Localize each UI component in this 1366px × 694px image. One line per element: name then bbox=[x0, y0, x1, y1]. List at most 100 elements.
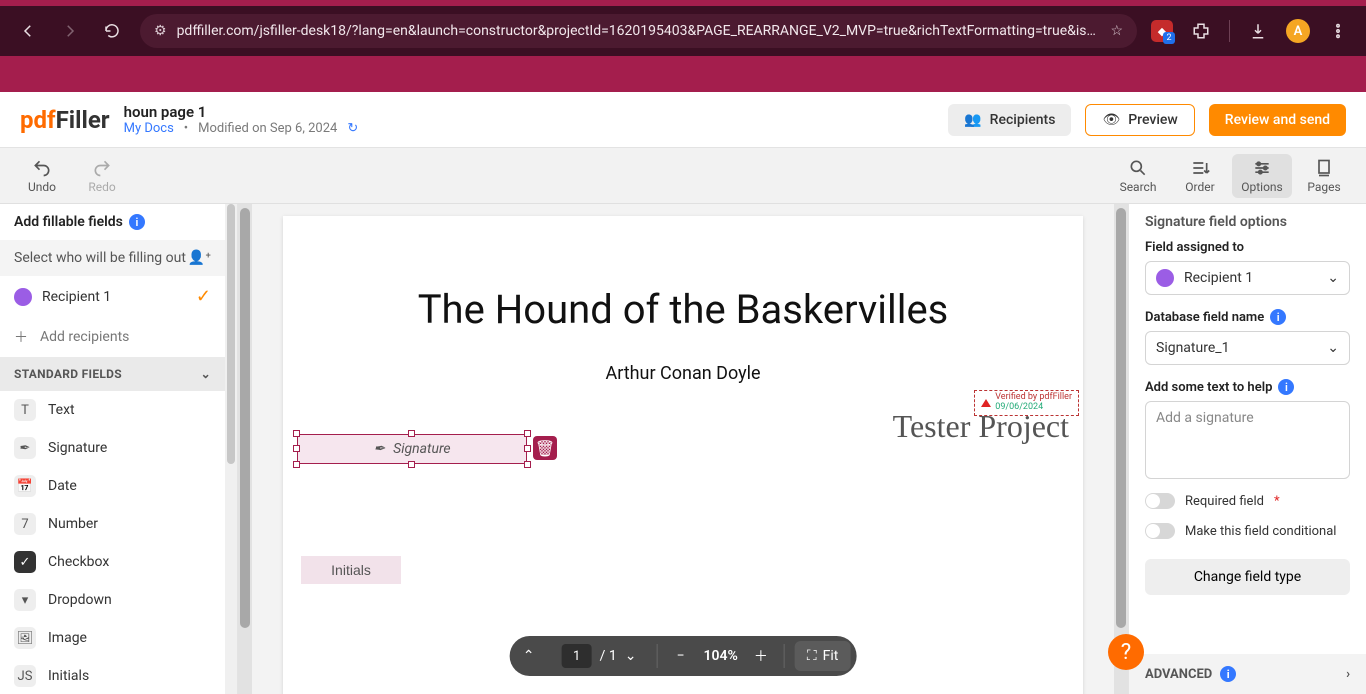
field-dropdown[interactable]: ▾Dropdown bbox=[0, 581, 225, 619]
recipient-avatar-icon bbox=[1156, 269, 1174, 287]
page-author: Arthur Conan Doyle bbox=[283, 333, 1083, 384]
field-initials[interactable]: JSInitials bbox=[0, 657, 225, 694]
resize-handle[interactable] bbox=[293, 461, 300, 468]
left-scrollbar[interactable] bbox=[225, 204, 237, 694]
right-panel: Signature field options Field assigned t… bbox=[1128, 204, 1366, 694]
resize-handle[interactable] bbox=[524, 445, 531, 452]
chrome-spacer bbox=[0, 56, 1366, 92]
info-icon[interactable]: i bbox=[1270, 309, 1286, 325]
field-date[interactable]: 📅Date bbox=[0, 467, 225, 505]
pdffiller-mark-icon bbox=[981, 399, 991, 407]
assigned-select[interactable]: Recipient 1 ⌄ bbox=[1145, 261, 1350, 295]
add-recipients-button[interactable]: ＋ Add recipients bbox=[0, 317, 225, 357]
signature-icon: ✒ bbox=[14, 437, 36, 459]
doc-info: houn page 1 My Docs • Modified on Sep 6,… bbox=[124, 103, 935, 136]
signature-field-selected[interactable]: ✒ Signature 🗑 bbox=[297, 434, 527, 464]
initials-field[interactable]: Initials bbox=[301, 556, 401, 584]
search-button[interactable]: Search bbox=[1108, 158, 1168, 194]
resize-handle[interactable] bbox=[524, 461, 531, 468]
zoom-out-button[interactable]: − bbox=[667, 643, 693, 669]
chrome-separator bbox=[1229, 20, 1230, 42]
app-logo[interactable]: pdfFiller bbox=[20, 106, 110, 134]
chrome-menu-icon[interactable] bbox=[1324, 17, 1352, 45]
checkbox-icon: ✓ bbox=[14, 551, 36, 573]
delete-field-button[interactable]: 🗑 bbox=[533, 436, 557, 460]
recipient-row-1[interactable]: Recipient 1 ✓ bbox=[0, 276, 225, 317]
page-number-input[interactable] bbox=[562, 644, 592, 668]
zoom-in-button[interactable]: ＋ bbox=[748, 643, 774, 669]
my-docs-link[interactable]: My Docs bbox=[124, 121, 174, 136]
document-page[interactable]: The Hound of the Baskervilles Arthur Con… bbox=[283, 216, 1083, 694]
required-toggle-row: Required field* bbox=[1145, 493, 1350, 509]
number-icon: 7 bbox=[14, 513, 36, 535]
page-total: / 1 bbox=[600, 648, 617, 664]
field-number[interactable]: 7Number bbox=[0, 505, 225, 543]
help-text-label: Add some text to helpi bbox=[1145, 379, 1350, 395]
help-text-input[interactable]: Add a signature bbox=[1145, 401, 1350, 479]
conditional-toggle[interactable] bbox=[1145, 523, 1175, 539]
resize-handle[interactable] bbox=[293, 430, 300, 437]
extension-badge[interactable]: ◆2 bbox=[1151, 20, 1173, 42]
change-field-type-button[interactable]: Change field type bbox=[1145, 559, 1350, 595]
profile-avatar[interactable]: A bbox=[1286, 19, 1310, 43]
required-toggle[interactable] bbox=[1145, 493, 1175, 509]
nav-reload-button[interactable] bbox=[98, 17, 126, 45]
standard-fields-header[interactable]: STANDARD FIELDS ⌄ bbox=[0, 357, 225, 391]
select-who-row[interactable]: Select who will be filling out 👤⁺ bbox=[0, 240, 225, 276]
downloads-icon[interactable] bbox=[1244, 17, 1272, 45]
address-bar[interactable]: ⚙ pdffiller.com/jsfiller-desk18/?lang=en… bbox=[140, 14, 1137, 48]
field-checkbox[interactable]: ✓Checkbox bbox=[0, 543, 225, 581]
dbname-label: Database field namei bbox=[1145, 309, 1350, 325]
nav-back-button[interactable] bbox=[14, 17, 42, 45]
preview-button[interactable]: 👁 Preview bbox=[1085, 104, 1194, 136]
field-signature[interactable]: ✒Signature bbox=[0, 429, 225, 467]
extensions-icon[interactable] bbox=[1187, 17, 1215, 45]
initials-icon: JS bbox=[14, 665, 36, 687]
page-updown-icon[interactable]: ⌃ bbox=[516, 643, 542, 669]
help-fab[interactable]: ? bbox=[1108, 634, 1144, 670]
undo-button[interactable]: Undo bbox=[12, 158, 72, 194]
zoom-value: 104% bbox=[703, 648, 737, 664]
assign-people-icon: 👤⁺ bbox=[188, 250, 211, 266]
check-icon: ✓ bbox=[196, 286, 211, 307]
panel-title: Signature field options bbox=[1129, 204, 1366, 240]
info-icon[interactable]: i bbox=[129, 214, 145, 230]
history-icon[interactable]: ↻ bbox=[347, 121, 358, 136]
pages-button[interactable]: Pages bbox=[1294, 158, 1354, 194]
options-button[interactable]: Options bbox=[1232, 154, 1292, 198]
field-text[interactable]: TText bbox=[0, 391, 225, 429]
assigned-label: Field assigned to bbox=[1145, 240, 1350, 255]
recipient-avatar-icon bbox=[14, 288, 32, 306]
review-send-button[interactable]: Review and send bbox=[1209, 104, 1346, 136]
dropdown-icon: ▾ bbox=[14, 589, 36, 611]
redo-button: Redo bbox=[72, 158, 132, 194]
resize-handle[interactable] bbox=[293, 445, 300, 452]
chevron-down-icon: ⌄ bbox=[1327, 270, 1339, 286]
toolbar: Undo Redo Search Order Options Pages bbox=[0, 148, 1366, 204]
resize-handle[interactable] bbox=[408, 461, 415, 468]
text-icon: T bbox=[14, 399, 36, 421]
site-settings-icon[interactable]: ⚙ bbox=[154, 23, 167, 39]
resize-handle[interactable] bbox=[408, 430, 415, 437]
image-icon: 🖼 bbox=[14, 627, 36, 649]
canvas-scrollbar-right[interactable] bbox=[1114, 204, 1128, 694]
people-icon: 👥 bbox=[964, 112, 981, 128]
extension-count: 2 bbox=[1163, 32, 1175, 44]
url-text: pdffiller.com/jsfiller-desk18/?lang=en&l… bbox=[177, 23, 1101, 39]
fit-button[interactable]: ⛶ Fit bbox=[795, 641, 851, 671]
info-icon[interactable]: i bbox=[1220, 666, 1236, 682]
canvas-scrollbar-left[interactable] bbox=[238, 204, 252, 694]
chevron-down-icon[interactable]: ⌄ bbox=[625, 648, 637, 664]
dbname-select[interactable]: Signature_1 ⌄ bbox=[1145, 331, 1350, 365]
calendar-icon: 📅 bbox=[14, 475, 36, 497]
nav-forward-button[interactable] bbox=[56, 17, 84, 45]
field-image[interactable]: 🖼Image bbox=[0, 619, 225, 657]
bookmark-star-icon[interactable]: ☆ bbox=[1110, 23, 1123, 39]
canvas-area: The Hound of the Baskervilles Arthur Con… bbox=[238, 204, 1128, 694]
info-icon[interactable]: i bbox=[1278, 379, 1294, 395]
existing-signature[interactable]: Tester Project bbox=[893, 408, 1069, 445]
order-button[interactable]: Order bbox=[1170, 158, 1230, 194]
advanced-section[interactable]: ADVANCED i › bbox=[1129, 654, 1366, 694]
resize-handle[interactable] bbox=[524, 430, 531, 437]
recipients-button[interactable]: 👥 Recipients bbox=[948, 104, 1071, 136]
